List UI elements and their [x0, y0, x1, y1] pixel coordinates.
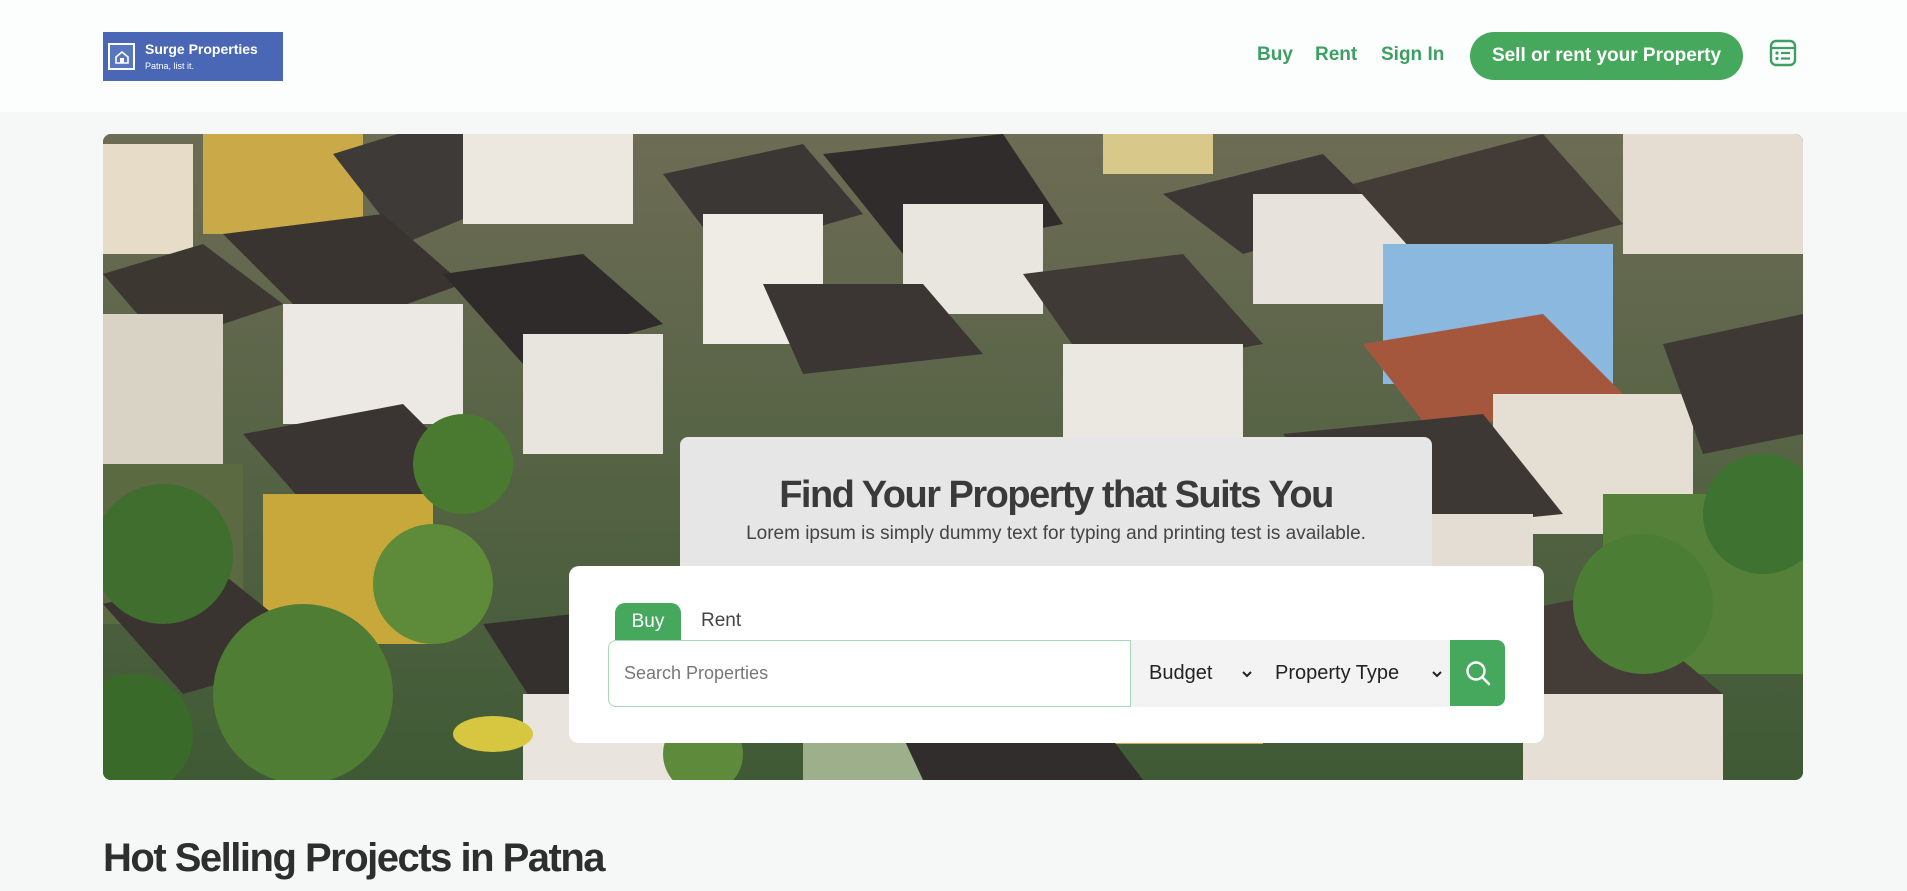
search-button[interactable]	[1450, 640, 1505, 706]
nav-sign-in-link[interactable]: Sign In	[1381, 44, 1444, 66]
property-type-select[interactable]: Property Type	[1261, 640, 1450, 707]
hero-title: Find Your Property that Suits You	[779, 474, 1334, 516]
search-properties-input[interactable]	[608, 640, 1131, 707]
nav-rent-link[interactable]: Rent	[1315, 44, 1357, 66]
house-icon	[108, 43, 135, 70]
tab-rent[interactable]: Rent	[701, 610, 741, 632]
hero-headline-panel: Find Your Property that Suits You Lorem …	[680, 437, 1432, 567]
brand-tagline: Patna, list it.	[145, 61, 195, 71]
tab-buy[interactable]: Buy	[615, 603, 681, 640]
list-icon[interactable]	[1769, 39, 1797, 67]
chevron-down-icon	[1242, 671, 1252, 678]
hero-subtitle: Lorem ipsum is simply dummy text for typ…	[746, 523, 1366, 544]
brand-name: Surge Properties	[145, 41, 258, 57]
nav-buy-link[interactable]: Buy	[1257, 44, 1293, 66]
budget-select-label: Budget	[1149, 662, 1213, 684]
budget-select[interactable]: Budget	[1131, 640, 1261, 707]
property-type-select-label: Property Type	[1275, 662, 1400, 684]
site-header: Surge Properties Patna, list it. Buy Ren…	[0, 0, 1907, 112]
sell-or-rent-button[interactable]: Sell or rent your Property	[1470, 32, 1743, 80]
hero-banner: Find Your Property that Suits You Lorem …	[103, 134, 1803, 780]
search-icon	[1465, 661, 1490, 686]
brand-logo[interactable]: Surge Properties Patna, list it.	[103, 32, 283, 81]
property-search-card: Buy Rent Budget Property Type	[569, 566, 1544, 743]
chevron-down-icon	[1432, 671, 1442, 678]
hot-selling-section-title: Hot Selling Projects in Patna	[103, 836, 606, 880]
